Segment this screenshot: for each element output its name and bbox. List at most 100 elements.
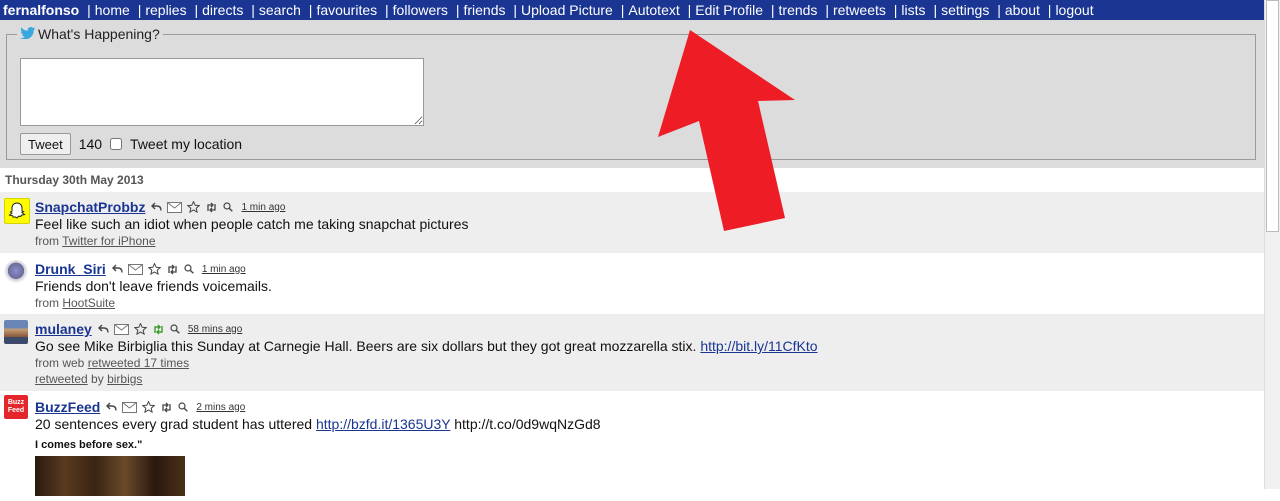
nav-link-search[interactable]: search: [259, 2, 301, 18]
scrollbar-thumb[interactable]: [1266, 0, 1279, 232]
nav-link-followers[interactable]: followers: [393, 2, 448, 18]
tweet-text: 20 sentences every grad student has utte…: [35, 416, 1264, 433]
nav-separator: |: [825, 2, 829, 18]
nav-separator: |: [455, 2, 460, 18]
nav-separator: |: [933, 2, 938, 18]
nav-user-link[interactable]: fernalfonso: [3, 2, 79, 18]
compose-legend-text: What's Happening?: [38, 26, 160, 42]
tweet-image[interactable]: [35, 456, 185, 496]
nav-link-about[interactable]: about: [1005, 2, 1040, 18]
reply-icon[interactable]: [97, 324, 109, 334]
tweet-timestamp[interactable]: 1 min ago: [202, 264, 246, 275]
tweet-image-caption: I comes before sex.": [35, 439, 143, 451]
nav-separator: |: [620, 2, 625, 18]
retweet-icon[interactable]: [166, 264, 179, 275]
compose-legend: What's Happening?: [17, 26, 163, 42]
favourite-star-icon[interactable]: [147, 263, 161, 275]
search-icon[interactable]: [223, 202, 234, 212]
avatar[interactable]: [4, 198, 30, 224]
tweet-link[interactable]: http://bit.ly/11CfKto: [700, 338, 817, 354]
nav-link-edit-profile[interactable]: Edit Profile: [695, 2, 763, 18]
reply-icon[interactable]: [151, 202, 163, 212]
nav-link-friends[interactable]: friends: [463, 2, 505, 18]
retweet-count-link[interactable]: retweeted 17 times: [88, 356, 189, 370]
direct-message-icon[interactable]: [122, 401, 138, 413]
tweet-username[interactable]: mulaney: [35, 321, 92, 337]
direct-message-icon[interactable]: [167, 201, 183, 213]
date-header: Thursday 30th May 2013: [0, 168, 1264, 192]
tweet-textarea[interactable]: [20, 58, 424, 126]
nav-separator: |: [385, 2, 389, 18]
nav-separator: |: [194, 2, 199, 18]
nav-link-directs[interactable]: directs: [202, 2, 243, 18]
tweet-username[interactable]: BuzzFeed: [35, 399, 100, 415]
tweet-source: from HootSuite: [35, 295, 1264, 311]
tweet-source-link[interactable]: Twitter for iPhone: [62, 234, 155, 248]
tweet-username[interactable]: SnapchatProbbz: [35, 199, 145, 215]
nav-link-replies[interactable]: replies: [145, 2, 186, 18]
nav-link-logout[interactable]: logout: [1055, 2, 1093, 18]
reply-icon[interactable]: [106, 402, 118, 412]
retweeted-by-user[interactable]: birbigs: [107, 372, 142, 386]
buzzfeed-logo: Buzz Feed: [7, 399, 25, 414]
compose-panel: What's Happening? Tweet 140 Tweet my loc…: [0, 20, 1264, 168]
tweet-button[interactable]: Tweet: [20, 133, 71, 155]
direct-message-icon[interactable]: [127, 263, 143, 275]
nav-separator: |: [513, 2, 518, 18]
nav-separator: |: [770, 2, 775, 18]
nav-link-autotext[interactable]: Autotext: [628, 2, 679, 18]
tweet-source-link[interactable]: HootSuite: [62, 296, 115, 310]
nav-link-retweets[interactable]: retweets: [833, 2, 886, 18]
favourite-star-icon[interactable]: [133, 323, 147, 335]
twitter-bird-icon: [20, 26, 36, 40]
tweet-actions: [106, 401, 193, 413]
favourite-star-icon[interactable]: [142, 401, 156, 413]
vertical-scrollbar[interactable]: [1264, 0, 1280, 489]
tweet-username[interactable]: Drunk_Siri: [35, 261, 106, 277]
tweet-timestamp[interactable]: 2 mins ago: [196, 402, 245, 413]
nav-link-favourites[interactable]: favourites: [316, 2, 377, 18]
tweet-item: SnapchatProbbz 1 min ago Feel like such …: [0, 192, 1264, 253]
retweet-icon[interactable]: [205, 202, 218, 213]
tweet-source-prefix: from web: [35, 356, 85, 370]
top-navigation: fernalfonso | home | replies | directs | sea…: [0, 0, 1264, 20]
tweet-actions: [97, 323, 185, 335]
tweet-location-checkbox[interactable]: [110, 138, 123, 150]
favourite-star-icon[interactable]: [187, 201, 201, 213]
tweet-link[interactable]: http://bzfd.it/1365U3Y: [316, 416, 450, 432]
search-icon[interactable]: [170, 324, 180, 334]
tweet-timestamp[interactable]: 58 mins ago: [188, 324, 242, 335]
avatar[interactable]: Buzz Feed: [4, 395, 28, 419]
tweet-source: from Twitter for iPhone: [35, 233, 1264, 249]
retweeted-by-prefix: by: [91, 372, 104, 386]
nav-link-lists[interactable]: lists: [901, 2, 925, 18]
retweeted-by: retweeted by birbigs: [35, 371, 1264, 387]
tweet-timestamp[interactable]: 1 min ago: [241, 202, 285, 213]
tweet-actions: [151, 201, 238, 213]
search-icon[interactable]: [184, 264, 194, 274]
nav-separator: |: [137, 2, 142, 18]
nav-separator: |: [87, 2, 91, 18]
retweet-icon[interactable]: [152, 324, 165, 335]
tweet-header: mulaney 58 mins ago: [35, 320, 1264, 338]
compose-controls: Tweet 140 Tweet my location: [20, 133, 242, 155]
tweet-header: BuzzFeed 2 mins ago: [35, 398, 1264, 416]
nav-separator: |: [251, 2, 255, 18]
tweet-link-plain: http://t.co/0d9wqNzGd8: [454, 416, 601, 432]
search-icon[interactable]: [178, 402, 189, 412]
nav-link-home[interactable]: home: [95, 2, 130, 18]
character-count: 140: [78, 136, 103, 152]
nav-link-settings[interactable]: settings: [941, 2, 989, 18]
tweet-text-body: Go see Mike Birbiglia this Sunday at Car…: [35, 338, 697, 354]
retweet-icon[interactable]: [160, 402, 173, 413]
reply-icon[interactable]: [111, 264, 123, 274]
retweeted-link[interactable]: retweeted: [35, 372, 88, 386]
nav-link-trends[interactable]: trends: [779, 2, 818, 18]
nav-link-upload-picture[interactable]: Upload Picture: [521, 2, 613, 18]
avatar[interactable]: [4, 320, 28, 344]
direct-message-icon[interactable]: [113, 323, 129, 335]
tweet-location-label[interactable]: Tweet my location: [130, 136, 242, 152]
avatar[interactable]: [4, 260, 28, 284]
snapchat-ghost-icon: [8, 202, 26, 219]
compose-fieldset: What's Happening? Tweet 140 Tweet my loc…: [6, 26, 1256, 160]
